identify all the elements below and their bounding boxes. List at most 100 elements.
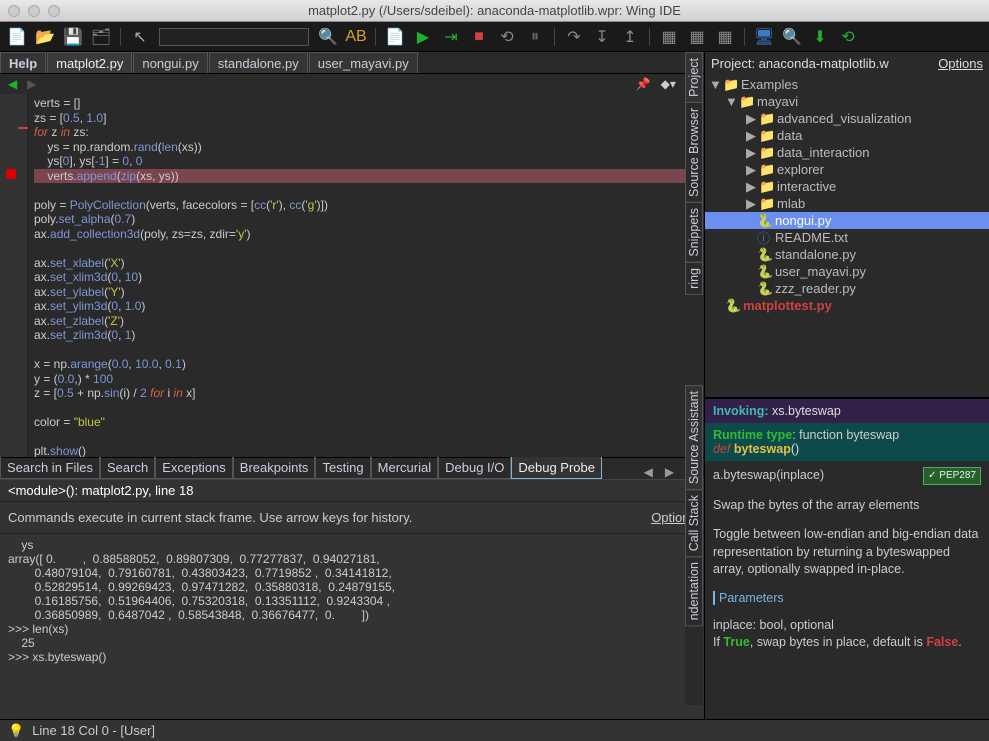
tab-debug-io[interactable]: Debug I/O: [438, 456, 511, 479]
open-file-icon[interactable]: 📂: [36, 28, 54, 46]
window-title: matplot2.py (/Users/sdeibel): anaconda-m…: [308, 3, 681, 18]
debug-restart-icon[interactable]: ⟲: [498, 28, 516, 46]
right-lower-tab-strip: Source Assistant Call Stack ndentation: [685, 385, 703, 705]
code-editor[interactable]: verts = [] zs = [0.5, 1.0] for z in zs: …: [0, 94, 704, 457]
stack-frame-selector[interactable]: <module>(): matplot2.py, line 18: [0, 480, 704, 502]
debug-probe-panel: <module>(): matplot2.py, line 18 Command…: [0, 479, 704, 719]
vtab-refactoring[interactable]: ring: [685, 262, 703, 295]
param-inplace-type: inplace: bool, optional: [713, 618, 834, 632]
zoom-window-icon[interactable]: [48, 5, 60, 17]
new-file-icon[interactable]: 📄: [8, 28, 26, 46]
status-bar: 💡 Line 18 Col 0 - [User]: [0, 719, 989, 741]
tab-search[interactable]: Search: [100, 456, 155, 479]
tree-file-readme[interactable]: ⓘREADME.txt: [705, 229, 989, 246]
download-icon[interactable]: ⬇: [811, 28, 829, 46]
sig-params: (): [791, 442, 799, 456]
step-out-icon[interactable]: ↥: [621, 28, 639, 46]
tree-file-user-mayavi[interactable]: 🐍user_mayavi.py: [705, 263, 989, 280]
tab-scroll-right-icon[interactable]: ▶: [659, 465, 680, 479]
file-tab-standalone[interactable]: standalone.py: [209, 52, 308, 73]
editor-gutter[interactable]: [0, 94, 28, 457]
breakpoint-icon[interactable]: [6, 169, 16, 179]
tab-debug-probe[interactable]: Debug Probe: [511, 456, 602, 479]
tree-file-nongui[interactable]: 🐍nongui.py: [705, 212, 989, 229]
runtime-type-label: Runtime type: [713, 428, 792, 442]
check-icon[interactable]: 🔍: [783, 28, 801, 46]
tree-file-zzz-reader[interactable]: 🐍zzz_reader.py: [705, 280, 989, 297]
tree-folder-mlab[interactable]: ▶📁mlab: [705, 195, 989, 212]
tab-testing[interactable]: Testing: [315, 456, 370, 479]
fold-marker-icon[interactable]: [18, 127, 28, 129]
tab-exceptions[interactable]: Exceptions: [155, 456, 233, 479]
pep-badge: ✓ PEP287: [923, 467, 981, 485]
cursor-position-text: Line 18 Col 0 - [User]: [32, 723, 155, 738]
tree-folder-adv-vis[interactable]: ▶📁advanced_visualization: [705, 110, 989, 127]
tab-mercurial[interactable]: Mercurial: [371, 456, 438, 479]
vtab-project[interactable]: Project: [685, 52, 703, 103]
vtab-source-browser[interactable]: Source Browser: [685, 102, 703, 203]
vtab-indentation[interactable]: ndentation: [685, 556, 703, 626]
new-doc-icon[interactable]: 📄: [386, 28, 404, 46]
tree-file-matplottest[interactable]: 🐍matplottest.py: [705, 297, 989, 314]
monitor-icon[interactable]: 🖥: [755, 28, 773, 46]
tree-folder-examples[interactable]: ▼📁Examples: [705, 76, 989, 93]
runtime-type-value: : function byteswap: [792, 428, 899, 442]
assist-desc-1: Swap the bytes of the array elements: [705, 491, 989, 521]
tab-breakpoints[interactable]: Breakpoints: [233, 456, 316, 479]
file-tab-bar: Help matplot2.py nongui.py standalone.py…: [0, 52, 704, 74]
project-tree[interactable]: ▼📁Examples ▼📁mayavi ▶📁advanced_visualiza…: [705, 74, 989, 397]
probe-output[interactable]: ys array([ 0. , 0.88588052, 0.89807309, …: [0, 534, 704, 668]
dropdown-icon[interactable]: ◆▾: [661, 77, 676, 91]
probe-hint-text: Commands execute in current stack frame.…: [8, 510, 412, 525]
vtab-source-assistant[interactable]: Source Assistant: [685, 385, 703, 490]
pin-icon[interactable]: 📌: [636, 77, 651, 91]
debug-continue-icon[interactable]: ⇥: [442, 28, 460, 46]
debug-run-icon[interactable]: ▶: [414, 28, 432, 46]
minimize-window-icon[interactable]: [28, 5, 40, 17]
vtab-call-stack[interactable]: Call Stack: [685, 489, 703, 557]
toolbar-search-input[interactable]: [159, 28, 309, 46]
step-over-icon[interactable]: ↷: [565, 28, 583, 46]
source-assistant-body[interactable]: Invoking: xs.byteswap Runtime type: func…: [705, 399, 989, 719]
help-tab[interactable]: Help: [0, 52, 46, 73]
tree-file-standalone[interactable]: 🐍standalone.py: [705, 246, 989, 263]
sync-icon[interactable]: ⟲: [839, 28, 857, 46]
code-area[interactable]: verts = [] zs = [0.5, 1.0] for z in zs: …: [28, 94, 704, 457]
search-icon[interactable]: 🔍: [319, 28, 337, 46]
file-tab-nongui[interactable]: nongui.py: [133, 52, 207, 73]
layout-icon-3[interactable]: ▦: [716, 28, 734, 46]
step-into-icon[interactable]: ↧: [593, 28, 611, 46]
tree-folder-explorer[interactable]: ▶📁explorer: [705, 161, 989, 178]
nav-forward-icon[interactable]: ▶: [27, 77, 36, 91]
source-assistant-panel: Invoking: xs.byteswap Runtime type: func…: [705, 399, 989, 719]
lightbulb-icon[interactable]: 💡: [8, 723, 24, 739]
file-tab-user-mayavi[interactable]: user_mayavi.py: [309, 52, 418, 73]
goto-icon[interactable]: ↖: [131, 28, 149, 46]
layout-icon-2[interactable]: ▦: [688, 28, 706, 46]
nav-back-icon[interactable]: ◀: [8, 77, 17, 91]
invoking-label: Invoking:: [713, 404, 772, 418]
tree-folder-data[interactable]: ▶📁data: [705, 127, 989, 144]
file-tab-matplot2[interactable]: matplot2.py: [47, 52, 132, 73]
def-keyword: def: [713, 442, 734, 456]
tree-folder-mayavi[interactable]: ▼📁mayavi: [705, 93, 989, 110]
bottom-tab-bar: Search in Files Search Exceptions Breakp…: [0, 457, 704, 479]
project-options-link[interactable]: Options: [938, 56, 983, 71]
call-signature: a.byteswap(inplace): [713, 468, 824, 482]
save-icon[interactable]: 💾: [64, 28, 82, 46]
tab-scroll-left-icon[interactable]: ◀: [638, 465, 659, 479]
replace-icon[interactable]: AB: [347, 28, 365, 46]
assist-desc-2: Toggle between low-endian and big-endian…: [705, 520, 989, 585]
sig-name: byteswap: [734, 442, 791, 456]
tab-search-in-files[interactable]: Search in Files: [0, 456, 100, 479]
save-all-icon[interactable]: 🗂: [92, 28, 110, 46]
vtab-snippets[interactable]: Snippets: [685, 202, 703, 263]
tree-folder-data-interaction[interactable]: ▶📁data_interaction: [705, 144, 989, 161]
close-window-icon[interactable]: [8, 5, 20, 17]
debug-pause-icon[interactable]: ⏸: [526, 28, 544, 46]
title-bar: matplot2.py (/Users/sdeibel): anaconda-m…: [0, 0, 989, 22]
layout-icon-1[interactable]: ▦: [660, 28, 678, 46]
tree-folder-interactive[interactable]: ▶📁interactive: [705, 178, 989, 195]
debug-stop-icon[interactable]: ■: [470, 28, 488, 46]
editor-nav-bar: ◀ ▶ 📌 ◆▾ ✕: [0, 74, 704, 94]
